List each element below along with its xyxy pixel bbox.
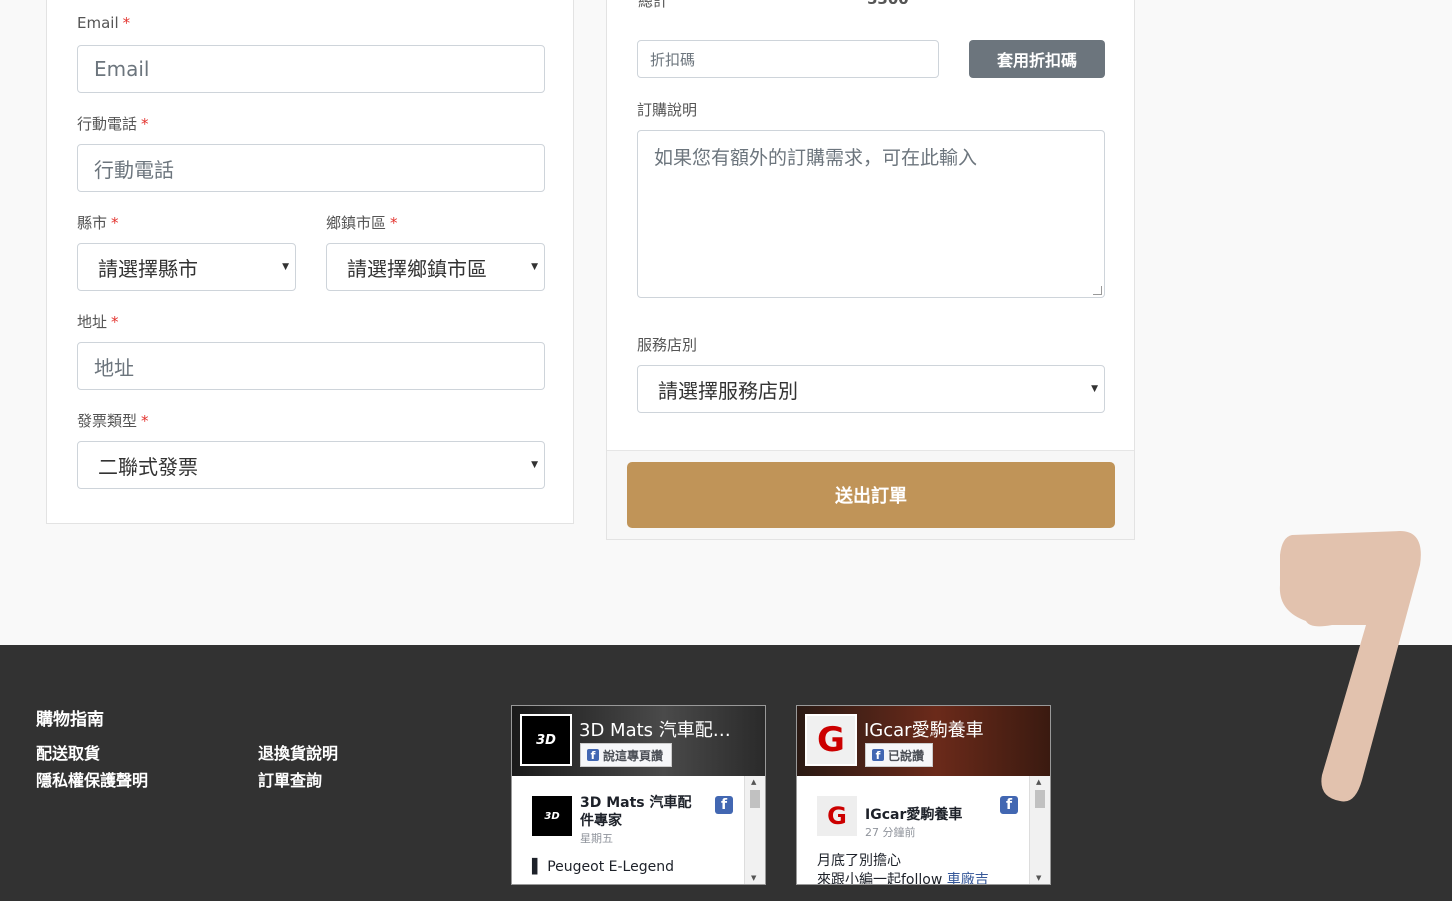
chevron-down-icon: ▼: [531, 460, 538, 470]
facebook-icon: f: [872, 749, 884, 762]
footer-link-privacy[interactable]: 隱私權保護聲明: [36, 767, 148, 791]
liked-button[interactable]: f 已說讚: [865, 743, 934, 767]
email-label: Email *: [77, 14, 131, 32]
scroll-thumb[interactable]: [1035, 790, 1045, 808]
scroll-up-icon[interactable]: ▲: [751, 778, 756, 786]
district-select[interactable]: 請選擇鄉鎮市區 ▼: [326, 243, 545, 291]
address-label: 地址 *: [77, 313, 119, 331]
invoice-select[interactable]: 二聯式發票 ▼: [77, 441, 545, 489]
post-time[interactable]: 星期五: [580, 830, 613, 846]
page-name[interactable]: 3D Mats 汽車配…: [579, 716, 759, 742]
step-number-graphic: [1279, 531, 1421, 802]
city-select[interactable]: 請選擇縣市 ▼: [77, 243, 296, 291]
chevron-down-icon: ▼: [531, 262, 538, 272]
chevron-down-icon: ▼: [282, 262, 289, 272]
fb-post: G IGcar愛駒養車 27 分鐘前 f 月底了別擔心 來跟小編一起follow…: [805, 784, 1026, 884]
post-author[interactable]: 3D Mats 汽車配件專家: [580, 794, 695, 830]
order-note-textarea[interactable]: 如果您有額外的訂購需求，可在此輸入: [637, 130, 1105, 298]
page-name[interactable]: IGcar愛駒養車: [864, 716, 1044, 742]
step-digit-shape: [1279, 531, 1421, 802]
resize-handle-icon[interactable]: [1093, 286, 1102, 295]
scroll-down-icon[interactable]: ▼: [751, 874, 756, 882]
scroll-up-icon[interactable]: ▲: [1036, 778, 1041, 786]
city-label: 縣市 *: [77, 214, 119, 232]
facebook-icon: f: [587, 749, 599, 762]
submit-order-button[interactable]: 送出訂單: [627, 462, 1115, 528]
address-field[interactable]: 地址: [77, 342, 545, 390]
post-text: ▌ Peugeot E-Legend: [532, 859, 674, 875]
district-label: 鄉鎮市區 *: [326, 214, 398, 232]
phone-field[interactable]: 行動電話: [77, 144, 545, 192]
footer-heading: 購物指南: [36, 710, 104, 730]
facebook-icon: f: [1000, 796, 1018, 814]
email-field[interactable]: Email: [77, 45, 545, 93]
footer-link-order-lookup[interactable]: 訂單查詢: [258, 767, 322, 791]
total-value: 5300: [867, 0, 909, 8]
page-logo[interactable]: 3D: [520, 714, 572, 766]
footer-link-returns[interactable]: 退換貨說明: [258, 740, 338, 764]
post-avatar[interactable]: G: [817, 796, 857, 836]
scroll-down-icon[interactable]: ▼: [1036, 874, 1041, 882]
facebook-page-widget[interactable]: G IGcar愛駒養車 f 已說讚 G IGcar愛駒養車 27 分鐘前 f 月底…: [796, 705, 1051, 885]
widget-scrollbar[interactable]: ▲ ▼: [744, 776, 765, 884]
phone-label: 行動電話 *: [77, 115, 149, 133]
post-text-line: 月底了別擔心: [817, 853, 901, 869]
footer-link-delivery[interactable]: 配送取貨: [36, 740, 100, 764]
scroll-thumb[interactable]: [750, 790, 760, 808]
widget-scrollbar[interactable]: ▲ ▼: [1029, 776, 1050, 884]
store-label: 服務店別: [637, 336, 698, 354]
post-text-line: 來跟小編一起follow 車廠吉: [817, 871, 989, 884]
fb-post: 3D 3D Mats 汽車配件專家 星期五 f ▌ Peugeot E-Lege…: [520, 784, 741, 884]
total-label: 總計: [638, 0, 669, 10]
facebook-page-widget[interactable]: 3D 3D Mats 汽車配… f 說這專頁讚 3D 3D Mats 汽車配件專家…: [511, 705, 766, 885]
like-page-button[interactable]: f 說這專頁讚: [580, 743, 673, 767]
coupon-input[interactable]: 折扣碼: [637, 40, 939, 78]
post-time[interactable]: 27 分鐘前: [865, 824, 916, 840]
apply-coupon-button[interactable]: 套用折扣碼: [969, 40, 1105, 78]
post-link[interactable]: 車廠吉: [947, 872, 989, 884]
facebook-icon: f: [715, 796, 733, 814]
page-logo[interactable]: G: [805, 714, 857, 766]
invoice-label: 發票類型 *: [77, 412, 149, 430]
post-author[interactable]: IGcar愛駒養車: [865, 806, 980, 824]
chevron-down-icon: ▼: [1091, 384, 1098, 394]
post-avatar[interactable]: 3D: [532, 796, 572, 836]
site-footer: 購物指南 配送取貨 退換貨說明 隱私權保護聲明 訂單查詢 3D 3D Mats …: [0, 645, 1452, 901]
store-select[interactable]: 請選擇服務店別 ▼: [637, 365, 1105, 413]
order-note-label: 訂購說明: [637, 101, 698, 119]
